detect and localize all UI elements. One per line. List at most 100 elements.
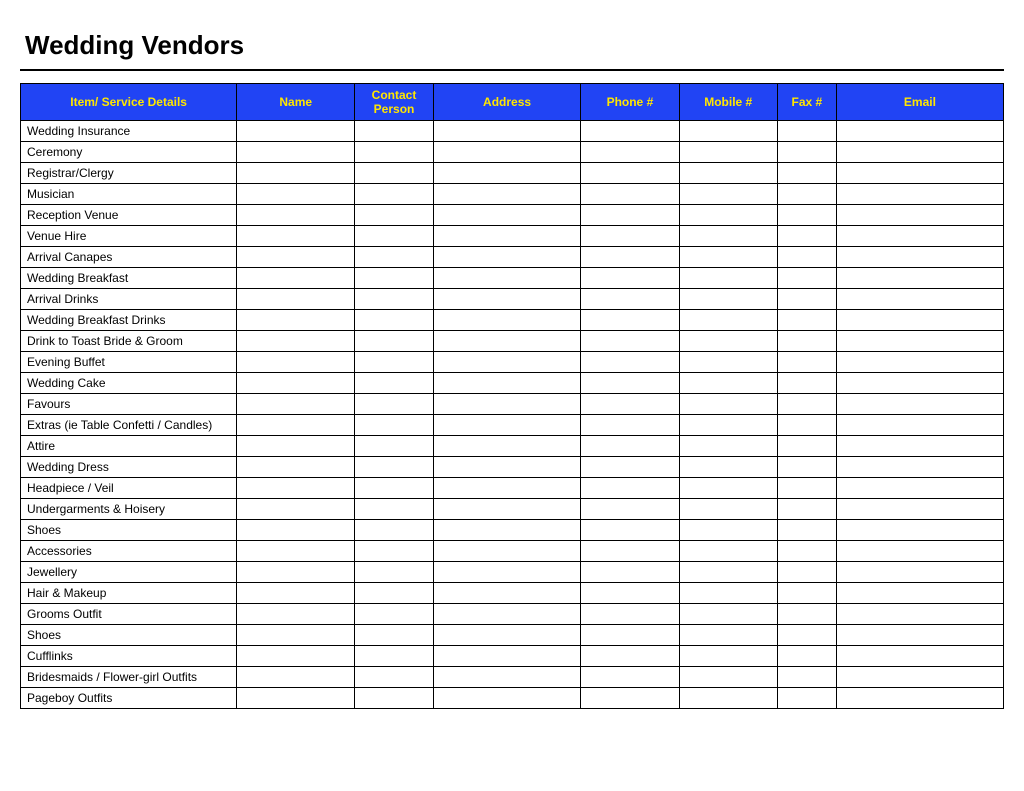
cell-contact[interactable] (355, 520, 434, 541)
cell-email[interactable] (836, 373, 1003, 394)
cell-item[interactable]: Jewellery (21, 562, 237, 583)
cell-mobile[interactable] (679, 562, 777, 583)
cell-mobile[interactable] (679, 415, 777, 436)
cell-address[interactable] (433, 394, 580, 415)
cell-name[interactable] (237, 625, 355, 646)
cell-fax[interactable] (777, 394, 836, 415)
cell-fax[interactable] (777, 268, 836, 289)
cell-name[interactable] (237, 499, 355, 520)
cell-email[interactable] (836, 310, 1003, 331)
cell-phone[interactable] (581, 436, 679, 457)
cell-email[interactable] (836, 583, 1003, 604)
cell-address[interactable] (433, 457, 580, 478)
cell-contact[interactable] (355, 289, 434, 310)
cell-phone[interactable] (581, 667, 679, 688)
cell-contact[interactable] (355, 184, 434, 205)
cell-mobile[interactable] (679, 457, 777, 478)
cell-phone[interactable] (581, 415, 679, 436)
cell-mobile[interactable] (679, 478, 777, 499)
cell-name[interactable] (237, 604, 355, 625)
cell-phone[interactable] (581, 646, 679, 667)
cell-mobile[interactable] (679, 205, 777, 226)
cell-contact[interactable] (355, 478, 434, 499)
cell-name[interactable] (237, 436, 355, 457)
cell-contact[interactable] (355, 310, 434, 331)
cell-address[interactable] (433, 604, 580, 625)
cell-mobile[interactable] (679, 646, 777, 667)
cell-phone[interactable] (581, 352, 679, 373)
cell-mobile[interactable] (679, 310, 777, 331)
cell-contact[interactable] (355, 625, 434, 646)
cell-mobile[interactable] (679, 142, 777, 163)
cell-contact[interactable] (355, 247, 434, 268)
cell-item[interactable]: Shoes (21, 520, 237, 541)
cell-email[interactable] (836, 499, 1003, 520)
cell-mobile[interactable] (679, 499, 777, 520)
cell-phone[interactable] (581, 142, 679, 163)
cell-contact[interactable] (355, 604, 434, 625)
cell-email[interactable] (836, 331, 1003, 352)
cell-name[interactable] (237, 583, 355, 604)
cell-phone[interactable] (581, 226, 679, 247)
cell-address[interactable] (433, 247, 580, 268)
cell-email[interactable] (836, 667, 1003, 688)
cell-item[interactable]: Arrival Drinks (21, 289, 237, 310)
cell-email[interactable] (836, 394, 1003, 415)
cell-fax[interactable] (777, 310, 836, 331)
cell-name[interactable] (237, 331, 355, 352)
cell-email[interactable] (836, 625, 1003, 646)
cell-email[interactable] (836, 541, 1003, 562)
cell-contact[interactable] (355, 562, 434, 583)
cell-phone[interactable] (581, 541, 679, 562)
cell-contact[interactable] (355, 142, 434, 163)
cell-contact[interactable] (355, 331, 434, 352)
cell-phone[interactable] (581, 289, 679, 310)
cell-fax[interactable] (777, 457, 836, 478)
cell-fax[interactable] (777, 541, 836, 562)
cell-item[interactable]: Wedding Cake (21, 373, 237, 394)
cell-mobile[interactable] (679, 625, 777, 646)
cell-email[interactable] (836, 121, 1003, 142)
cell-phone[interactable] (581, 373, 679, 394)
cell-item[interactable]: Attire (21, 436, 237, 457)
cell-phone[interactable] (581, 310, 679, 331)
cell-email[interactable] (836, 520, 1003, 541)
cell-item[interactable]: Grooms Outfit (21, 604, 237, 625)
cell-address[interactable] (433, 205, 580, 226)
cell-fax[interactable] (777, 289, 836, 310)
cell-fax[interactable] (777, 478, 836, 499)
cell-contact[interactable] (355, 646, 434, 667)
cell-address[interactable] (433, 121, 580, 142)
cell-mobile[interactable] (679, 604, 777, 625)
cell-name[interactable] (237, 268, 355, 289)
cell-name[interactable] (237, 688, 355, 709)
cell-name[interactable] (237, 226, 355, 247)
cell-item[interactable]: Evening Buffet (21, 352, 237, 373)
cell-email[interactable] (836, 226, 1003, 247)
cell-mobile[interactable] (679, 184, 777, 205)
cell-fax[interactable] (777, 499, 836, 520)
cell-fax[interactable] (777, 562, 836, 583)
cell-mobile[interactable] (679, 436, 777, 457)
cell-address[interactable] (433, 646, 580, 667)
cell-fax[interactable] (777, 667, 836, 688)
cell-item[interactable]: Favours (21, 394, 237, 415)
cell-name[interactable] (237, 247, 355, 268)
cell-phone[interactable] (581, 205, 679, 226)
cell-contact[interactable] (355, 583, 434, 604)
cell-contact[interactable] (355, 667, 434, 688)
cell-email[interactable] (836, 415, 1003, 436)
cell-contact[interactable] (355, 415, 434, 436)
cell-email[interactable] (836, 688, 1003, 709)
cell-fax[interactable] (777, 688, 836, 709)
cell-phone[interactable] (581, 121, 679, 142)
cell-item[interactable]: Ceremony (21, 142, 237, 163)
cell-name[interactable] (237, 520, 355, 541)
cell-phone[interactable] (581, 457, 679, 478)
cell-item[interactable]: Wedding Breakfast Drinks (21, 310, 237, 331)
cell-mobile[interactable] (679, 247, 777, 268)
cell-mobile[interactable] (679, 583, 777, 604)
cell-item[interactable]: Cufflinks (21, 646, 237, 667)
cell-mobile[interactable] (679, 667, 777, 688)
cell-address[interactable] (433, 226, 580, 247)
